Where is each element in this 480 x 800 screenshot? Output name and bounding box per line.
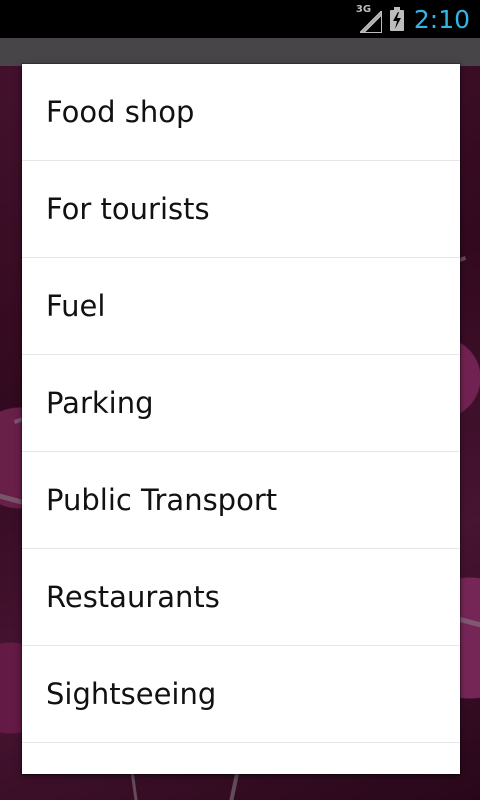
list-item-sightseeing[interactable]: Sightseeing (22, 646, 460, 743)
list-item-partial[interactable] (22, 743, 460, 774)
list-item-label: Parking (46, 386, 154, 420)
category-list: Food shop For tourists Fuel Parking Publ… (22, 64, 460, 774)
list-item-public-transport[interactable]: Public Transport (22, 452, 460, 549)
list-item-for-tourists[interactable]: For tourists (22, 161, 460, 258)
list-item-food-shop[interactable]: Food shop (22, 64, 460, 161)
status-bar: 3G 2:10 (0, 0, 480, 38)
list-item-label: Fuel (46, 289, 106, 323)
list-item-label: Sightseeing (46, 677, 217, 711)
list-item-label: For tourists (46, 192, 210, 226)
clock: 2:10 (413, 4, 470, 34)
list-item-restaurants[interactable]: Restaurants (22, 549, 460, 646)
list-item-parking[interactable]: Parking (22, 355, 460, 452)
battery-charging-icon (389, 7, 404, 31)
list-item-label: Restaurants (46, 580, 220, 614)
list-item-label: Food shop (46, 95, 195, 129)
list-item-fuel[interactable]: Fuel (22, 258, 460, 355)
network-indicator: 3G (356, 4, 384, 33)
signal-icon (359, 11, 382, 33)
category-dialog: Food shop For tourists Fuel Parking Publ… (22, 64, 460, 774)
list-item-label: Public Transport (46, 483, 278, 517)
